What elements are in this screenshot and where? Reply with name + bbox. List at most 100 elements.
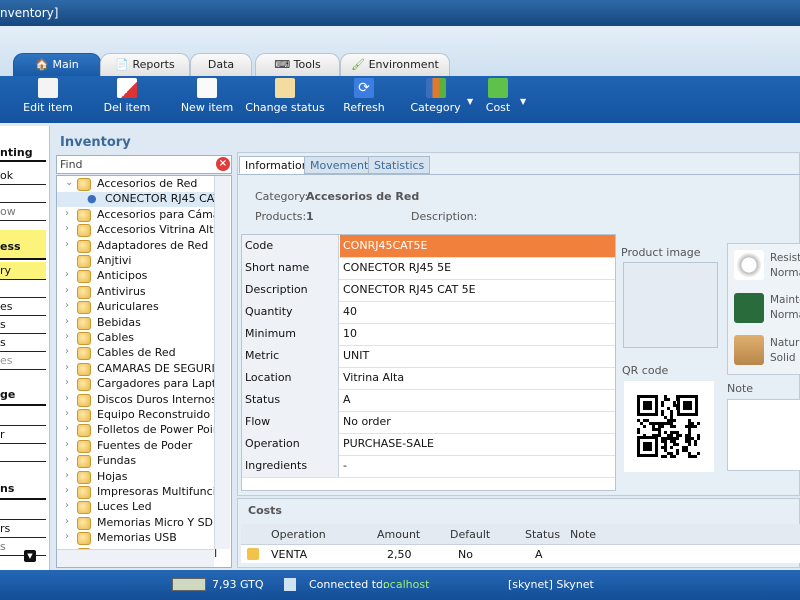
sidebar-item[interactable] <box>0 502 46 520</box>
tab-reports[interactable]: 📄 Reports <box>100 53 190 76</box>
property-row[interactable]: Minimum 10 <box>242 323 615 346</box>
property-value[interactable]: Vitrina Alta <box>340 367 615 389</box>
tab-main[interactable]: 🏠 Main <box>13 53 101 76</box>
property-value[interactable]: CONRJ45CAT5E <box>340 235 615 257</box>
expand-icon[interactable]: › <box>65 300 69 311</box>
property-value[interactable]: 40 <box>340 301 615 323</box>
tree-item-category[interactable]: › Cables <box>57 331 217 346</box>
tree-item-category[interactable]: › Bebidas <box>57 316 217 331</box>
property-value[interactable]: - <box>340 455 615 477</box>
tree-item-category[interactable]: ⌄ Accesorios de Red <box>57 177 217 192</box>
expand-icon[interactable]: › <box>65 377 69 388</box>
tree-item-category[interactable]: › Cargadores para Laptop <box>57 377 217 392</box>
sidebar-item[interactable]: s <box>0 334 46 352</box>
property-value[interactable]: UNIT <box>340 345 615 367</box>
table-row[interactable]: VENTA 2,50 No A <box>241 545 800 563</box>
tree-item-category[interactable]: › Equipo Reconstruido <box>57 408 217 423</box>
sidebar-item[interactable] <box>0 444 46 462</box>
tree-item-category[interactable]: › Hojas <box>57 470 217 485</box>
expand-icon[interactable]: › <box>65 223 69 234</box>
property-row[interactable]: Short name CONECTOR RJ45 5E <box>242 257 615 280</box>
expand-icon[interactable]: › <box>65 408 69 419</box>
category-button[interactable]: Category <box>408 78 463 120</box>
category-dropdown-icon[interactable]: ▼ <box>467 97 473 106</box>
expand-icon[interactable]: › <box>65 423 69 434</box>
property-row[interactable]: Operation PURCHASE-SALE <box>242 433 615 456</box>
expand-icon[interactable]: › <box>65 516 69 527</box>
expand-icon[interactable]: › <box>65 531 69 542</box>
expand-icon[interactable]: ⌄ <box>65 177 73 188</box>
expand-icon[interactable]: › <box>65 500 69 511</box>
property-row[interactable]: Description CONECTOR RJ45 CAT 5E <box>242 279 615 302</box>
refresh-button[interactable]: ⟳ Refresh <box>338 78 390 120</box>
expand-icon[interactable]: › <box>65 346 69 357</box>
tree-item-category[interactable]: › Luces Led <box>57 500 217 515</box>
property-row[interactable]: Quantity 40 <box>242 301 615 324</box>
tab-tools[interactable]: ⌨ Tools <box>255 53 340 76</box>
property-row[interactable]: Ingredients - <box>242 455 615 478</box>
edit-item-button[interactable]: Edit item <box>22 78 74 120</box>
property-value[interactable]: 10 <box>340 323 615 345</box>
expand-icon[interactable]: › <box>65 285 69 296</box>
tree-item-category[interactable]: › Memorias Micro Y SD <box>57 516 217 531</box>
tree-item-category[interactable]: › Folletos de Power Point <box>57 423 217 438</box>
expand-icon[interactable]: › <box>65 470 69 481</box>
tree-vertical-scrollbar[interactable] <box>214 176 230 549</box>
sidebar-item[interactable] <box>0 185 46 203</box>
property-value[interactable]: CONECTOR RJ45 CAT 5E <box>340 279 615 301</box>
tree-item-category[interactable]: › Antivirus <box>57 285 217 300</box>
property-value[interactable]: CONECTOR RJ45 5E <box>340 257 615 279</box>
cost-button[interactable]: Cost <box>480 78 516 120</box>
expand-icon[interactable]: › <box>65 362 69 373</box>
sidebar-item-selected[interactable]: ry <box>0 262 46 280</box>
col-default[interactable]: Default <box>450 528 490 541</box>
property-value[interactable]: A <box>340 389 615 411</box>
expand-icon[interactable]: › <box>65 439 69 450</box>
tree-item-product[interactable]: ● CONECTOR RJ45 CAT 5E <box>57 192 217 208</box>
tree-item-category[interactable]: › Fundas <box>57 454 217 469</box>
tree-item-category[interactable]: Anjtivi <box>57 254 217 269</box>
expand-icon[interactable]: › <box>65 331 69 342</box>
new-item-button[interactable]: New item <box>180 78 234 120</box>
tree-item-category[interactable]: › Memorias USB <box>57 531 217 546</box>
clear-search-icon[interactable]: × <box>216 157 230 171</box>
sidebar-item[interactable]: s <box>0 538 46 556</box>
property-row[interactable]: Flow No order <box>242 411 615 434</box>
tree-item-category[interactable]: › Accesorios Vitrina Alta <box>57 223 217 238</box>
sidebar-item[interactable] <box>0 280 46 298</box>
tree-item-category[interactable]: › Impresoras Multifuncional <box>57 485 217 500</box>
sidebar-item[interactable]: r <box>0 426 46 444</box>
tree-item-category[interactable]: › Accesorios para Cámaras <box>57 208 217 223</box>
note-field[interactable] <box>727 399 800 471</box>
tree-item-category[interactable]: › Auriculares <box>57 300 217 315</box>
tab-data[interactable]: Data <box>190 53 252 76</box>
col-amount[interactable]: Amount <box>377 528 420 541</box>
expand-icon[interactable]: › <box>65 316 69 327</box>
expand-icon[interactable]: › <box>65 208 69 219</box>
sidebar-item[interactable]: es <box>0 352 46 370</box>
tree-item-category[interactable]: › CAMARAS DE SEGURIDAD <box>57 362 217 377</box>
sidebar-item[interactable]: es <box>0 298 46 316</box>
change-status-button[interactable]: Change status <box>245 78 325 120</box>
expand-icon[interactable]: › <box>65 393 69 404</box>
property-row[interactable]: Location Vitrina Alta <box>242 367 615 390</box>
sidebar-item[interactable]: ow <box>0 203 46 221</box>
tree-horizontal-scrollbar[interactable] <box>57 549 214 567</box>
tree-item-category[interactable]: › Discos Duros Internos <box>57 393 217 408</box>
tree-item-category[interactable]: › Cables de Red <box>57 346 217 361</box>
product-image[interactable] <box>623 262 718 348</box>
sidebar-item[interactable] <box>0 408 46 426</box>
property-value[interactable]: PURCHASE-SALE <box>340 433 615 455</box>
col-status[interactable]: Status <box>525 528 560 541</box>
col-note[interactable]: Note <box>570 528 596 541</box>
del-item-button[interactable]: Del item <box>102 78 152 120</box>
find-input[interactable]: Find <box>56 155 232 174</box>
expand-icon[interactable]: › <box>65 239 69 250</box>
property-row[interactable]: Metric UNIT <box>242 345 615 368</box>
property-value[interactable]: No order <box>340 411 615 433</box>
tree-item-category[interactable]: › Adaptadores de Red <box>57 239 217 254</box>
tab-environment[interactable]: 🖌 Environment <box>340 53 450 76</box>
col-operation[interactable]: Operation <box>271 528 326 541</box>
property-row[interactable]: Code CONRJ45CAT5E <box>242 235 615 258</box>
expand-icon[interactable]: › <box>65 454 69 465</box>
